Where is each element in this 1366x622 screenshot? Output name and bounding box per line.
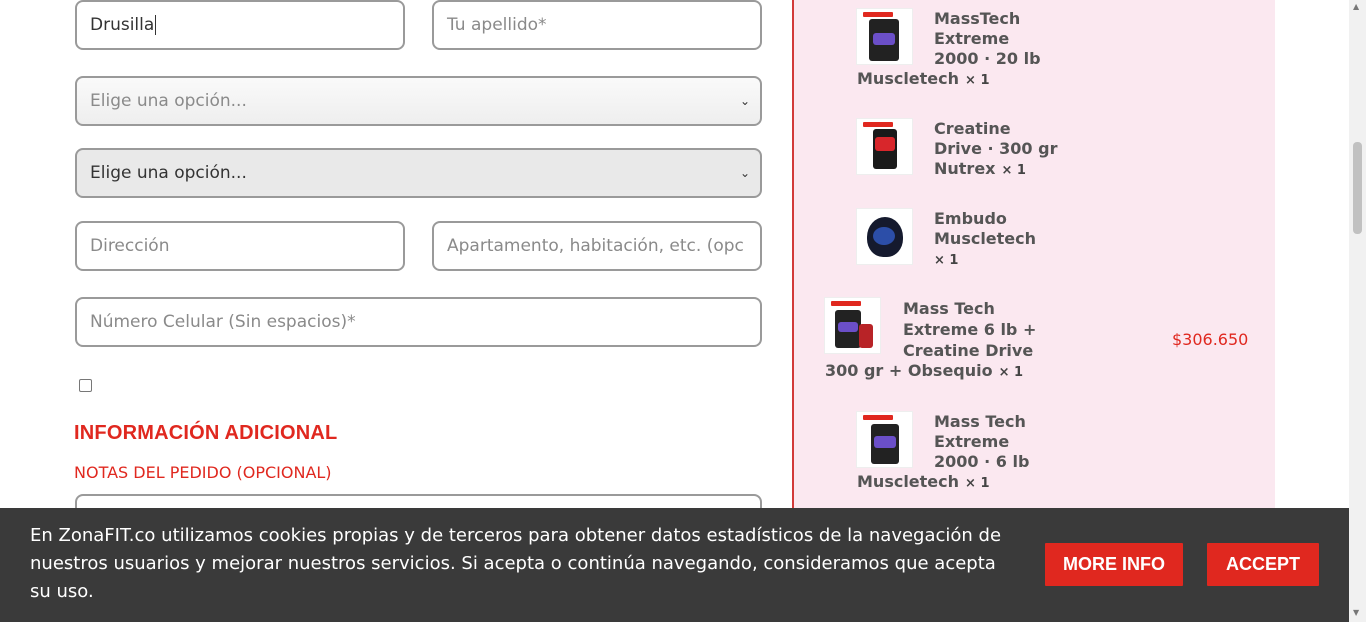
order-item-name: MassTech: [934, 9, 1021, 28]
phone-placeholder: Número Celular (Sin espacios)*: [90, 312, 356, 332]
price-tag-badge: [863, 12, 893, 17]
order-item-qty: × 1: [1001, 163, 1026, 178]
order-item-name: Mass Tech: [934, 412, 1026, 431]
product-label: [874, 436, 896, 448]
product-image-funnel: [857, 209, 912, 264]
last-name-input[interactable]: Tu apellido*: [432, 0, 762, 50]
first-name-value: Drusilla: [90, 15, 155, 35]
order-item-name: Extreme: [934, 29, 1010, 48]
funnel-accent: [873, 227, 895, 245]
order-item-qty: × 1: [934, 253, 959, 268]
order-item-name: 300 gr + Obsequio × 1: [825, 361, 1024, 380]
product-image-creatine-drive: [857, 119, 912, 174]
last-name-placeholder: Tu apellido*: [447, 15, 547, 35]
product-label: [873, 33, 895, 45]
order-item-name: 2000 · 6 lb: [934, 452, 1030, 471]
order-item-qty: × 1: [965, 476, 990, 491]
order-item-name: Muscletech: [934, 229, 1037, 248]
order-item-name: Extreme 6 lb +: [903, 320, 1037, 339]
order-item-price: $306.650: [1172, 330, 1249, 349]
order-item-name: Muscletech × 1: [857, 472, 990, 491]
order-item-qty: × 1: [965, 73, 990, 88]
scrollbar-thumb[interactable]: [1353, 142, 1362, 234]
text-cursor: [155, 15, 157, 35]
more-info-button[interactable]: MORE INFO: [1045, 543, 1183, 586]
cookie-message: En ZonaFIT.co utilizamos cookies propias…: [30, 525, 1002, 602]
product-label: [838, 322, 858, 332]
order-item-qty: × 1: [998, 365, 1024, 380]
order-item-name: Embudo: [934, 209, 1007, 228]
order-item-name: Extreme: [934, 432, 1010, 451]
chevron-down-icon: ⌄: [739, 94, 750, 108]
page-scrollbar[interactable]: ▲ ▼: [1349, 0, 1366, 622]
order-item-name: Creatine: [934, 119, 1011, 138]
order-item-name: Nutrex × 1: [934, 159, 1026, 178]
scroll-up-arrow-icon[interactable]: ▲: [1353, 2, 1359, 11]
select-option-1[interactable]: Elige una opción... ⌄: [75, 76, 762, 126]
order-item-name: Mass Tech: [903, 299, 995, 318]
address-input[interactable]: Dirección: [75, 221, 405, 271]
apartment-placeholder: Apartamento, habitación, etc. (opc: [447, 236, 744, 256]
cookie-consent-bar: En ZonaFIT.co utilizamos cookies propias…: [0, 508, 1349, 622]
apartment-input[interactable]: Apartamento, habitación, etc. (opc: [432, 221, 762, 271]
order-item-name: × 1: [934, 249, 958, 271]
select-option-2-text: Elige una opción...: [90, 163, 247, 183]
chevron-down-icon: ⌄: [739, 166, 750, 180]
product-tub-small: [859, 324, 873, 348]
product-image-combo: [825, 298, 880, 353]
product-label: [875, 137, 895, 151]
accept-button[interactable]: ACCEPT: [1207, 543, 1319, 586]
order-item-name: Drive · 300 gr: [934, 139, 1058, 158]
select-option-1-text: Elige una opción...: [90, 91, 247, 111]
phone-input[interactable]: Número Celular (Sin espacios)*: [75, 297, 762, 347]
checkbox[interactable]: [79, 379, 92, 392]
price-tag-badge: [863, 415, 893, 420]
order-item-name: Creatine Drive: [903, 341, 1034, 360]
order-item-name: Muscletech × 1: [857, 69, 990, 88]
address-placeholder: Dirección: [90, 236, 170, 256]
scroll-down-arrow-icon[interactable]: ▼: [1353, 608, 1359, 617]
order-notes-label: NOTAS DEL PEDIDO (OPCIONAL): [74, 463, 332, 482]
select-option-2[interactable]: Elige una opción... ⌄: [75, 148, 762, 198]
first-name-input[interactable]: Drusilla: [75, 0, 405, 50]
price-tag-badge: [831, 301, 861, 306]
order-item-name: 2000 · 20 lb: [934, 49, 1041, 68]
product-image-masstech-6lb: [857, 412, 912, 467]
price-tag-badge: [863, 122, 893, 127]
product-image-masstech-20lb: [857, 9, 912, 64]
additional-info-title: INFORMACIÓN ADICIONAL: [74, 422, 338, 444]
